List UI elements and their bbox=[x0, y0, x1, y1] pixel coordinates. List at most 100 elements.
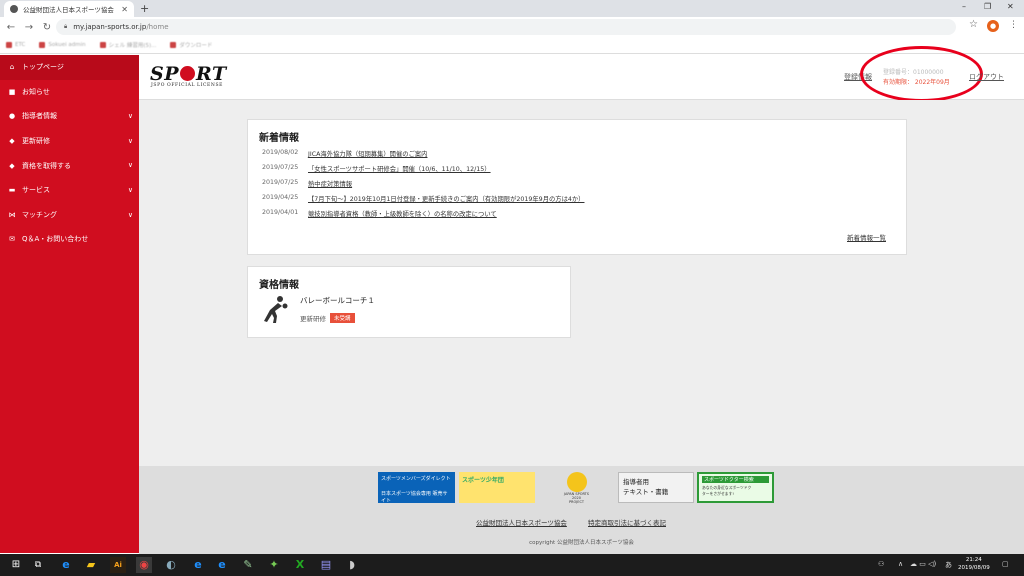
news-date: 2019/08/02 bbox=[262, 149, 299, 156]
ime-indicator[interactable]: あ bbox=[945, 560, 952, 570]
banner-text: スポーツ少年団 bbox=[462, 477, 504, 484]
ball-icon bbox=[566, 472, 587, 492]
tray-icons[interactable]: ☁ ▭ ◁) bbox=[910, 560, 936, 568]
app-icon[interactable]: ✎ bbox=[240, 557, 256, 573]
taskbar-clock[interactable]: 21:24 2019/08/09 bbox=[958, 556, 990, 572]
sidebar-item-label: トップページ bbox=[22, 63, 64, 72]
minimize-button[interactable]: – bbox=[962, 2, 966, 11]
close-window-button[interactable]: ✕ bbox=[1007, 2, 1014, 11]
sidebar-item-label: 資格を取得する bbox=[22, 161, 71, 170]
file-explorer-icon[interactable]: ▰ bbox=[83, 557, 99, 573]
chevron-down-icon: ∨ bbox=[127, 185, 133, 194]
news-item: 2019/07/25 熱中症対策情報 bbox=[262, 179, 352, 189]
sidebar-item-coach-info[interactable]: ● 指導者情報 ∨ bbox=[0, 104, 139, 129]
sidebar-item-renewal-training[interactable]: ◆ 更新研修 ∨ bbox=[0, 129, 139, 154]
illustrator-icon[interactable]: Ai bbox=[110, 557, 126, 573]
tab-title: 公益財団法人日本スポーツ協会 bbox=[23, 6, 114, 14]
browser-tab[interactable]: 公益財団法人日本スポーツ協会 ✕ bbox=[4, 1, 134, 17]
app-icon[interactable]: ▤ bbox=[318, 557, 334, 573]
ie-icon[interactable]: e bbox=[214, 557, 230, 573]
sidebar-item-news[interactable]: ■ お知らせ bbox=[0, 80, 139, 105]
app-icon[interactable]: ◗ bbox=[344, 557, 360, 573]
news-date: 2019/04/01 bbox=[262, 209, 299, 216]
sidebar-item-get-qualification[interactable]: ◆ 資格を取得する ∨ bbox=[0, 153, 139, 178]
sidebar-item-matching[interactable]: ⋈ マッチング ∨ bbox=[0, 203, 139, 228]
logout-link[interactable]: ログアウト bbox=[969, 72, 1004, 82]
people-icon[interactable]: ⚇ bbox=[878, 560, 884, 568]
sidebar-item-label: Q＆A・お問い合わせ bbox=[22, 235, 89, 244]
mail-icon: ✉ bbox=[9, 235, 15, 244]
news-panel-title: 新着情報 bbox=[259, 133, 299, 144]
notification-icon[interactable]: ▢ bbox=[1002, 560, 1009, 568]
browser-toolbar: ← → ↻ 🔒︎ my.japan-sports.or.jp/home ☆ ● … bbox=[0, 17, 1024, 37]
banner-text: スポーツメンバーズダイレクト bbox=[381, 476, 451, 482]
chevron-down-icon: ∨ bbox=[127, 210, 133, 219]
bookmark-icon bbox=[170, 42, 177, 48]
bookmark-item[interactable]: ETC bbox=[6, 42, 25, 48]
news-link[interactable]: 熱中症対策情報 bbox=[308, 179, 352, 189]
news-date: 2019/07/25 bbox=[262, 164, 299, 171]
bookmark-icon bbox=[39, 42, 46, 48]
mail-client-icon[interactable]: ◐ bbox=[163, 557, 179, 573]
excel-icon[interactable]: X bbox=[292, 557, 308, 573]
news-panel: 新着情報 2019/08/02 JICA海外協力隊（短期募集）開催のご案内 20… bbox=[247, 119, 907, 255]
maximize-button[interactable]: ❐ bbox=[984, 2, 991, 11]
bookmark-item[interactable]: ダウンロード bbox=[170, 41, 212, 49]
news-list-link[interactable]: 新着情報一覧 bbox=[847, 232, 886, 242]
banner-coach-textbooks[interactable]: 指導者用 テキスト・書籍 bbox=[618, 472, 694, 503]
site-header: SP RT JSPO OFFICIAL LICENSE 登録情報 登録番号：010… bbox=[139, 46, 1024, 102]
tray-chevron-icon[interactable]: ∧ bbox=[898, 560, 903, 568]
banner-text: スポーツドクター検索 bbox=[702, 476, 769, 483]
banner-text: 日本スポーツ協会専用 販売サイト bbox=[381, 491, 448, 504]
profile-avatar-icon[interactable]: ● bbox=[987, 20, 999, 32]
sport-logo[interactable]: SP RT bbox=[150, 63, 227, 85]
sidebar-item-label: 更新研修 bbox=[22, 137, 50, 146]
browser-menu-icon[interactable]: ⋮ bbox=[1009, 20, 1018, 30]
back-arrow-icon[interactable]: ← bbox=[4, 22, 18, 33]
chevron-down-icon: ∨ bbox=[127, 136, 133, 145]
banner-sports-doctor-search[interactable]: スポーツドクター検索 あなたの身近なスポーツドクターをさがせます! bbox=[697, 472, 774, 503]
qualification-panel: 資格情報 バレーボールコーチ１ 更新研修 未受講 bbox=[247, 266, 571, 338]
site-footer: スポーツメンバーズダイレクト 日本スポーツ協会専用 販売サイト スポーツ少年団 … bbox=[139, 466, 1024, 554]
banner-youth-sports[interactable]: スポーツ少年団 bbox=[459, 472, 535, 503]
news-link[interactable]: 【7月下旬〜】2019年10月1日付登録・更新手続きのご案内（有効期限が2019… bbox=[308, 194, 584, 204]
qualification-status: 更新研修 未受講 bbox=[300, 313, 355, 323]
commercial-law-link[interactable]: 特定商取引法に基づく表記 bbox=[588, 517, 666, 527]
news-link[interactable]: 「女性スポーツサポート研修会」開催（10/6、11/10、12/15） bbox=[308, 164, 491, 174]
news-link[interactable]: 競技別指導者資格（教師・上級教師を除く）の名称の改定について bbox=[308, 209, 497, 219]
banner-text: あなたの身近なスポーツドクターをさがせます! bbox=[702, 485, 752, 496]
tab-close-icon[interactable]: ✕ bbox=[121, 5, 128, 14]
edge-icon[interactable]: e bbox=[58, 557, 74, 573]
address-bar[interactable]: 🔒︎ my.japan-sports.or.jp/home bbox=[56, 19, 956, 35]
association-link[interactable]: 公益財団法人日本スポーツ協会 bbox=[476, 517, 567, 527]
sidebar-item-top[interactable]: ⌂ トップページ bbox=[0, 55, 139, 80]
sidebar-item-label: 指導者情報 bbox=[22, 112, 57, 121]
logo-subtitle: JSPO OFFICIAL LICENSE bbox=[151, 83, 224, 88]
bookmark-item[interactable]: シェル 練習用(5)... bbox=[99, 41, 156, 49]
bookmark-item[interactable]: Sokuei admin bbox=[39, 42, 86, 48]
forward-arrow-icon[interactable]: → bbox=[22, 22, 36, 33]
windows-start-icon[interactable]: ⊞ bbox=[8, 557, 24, 573]
user-icon: ● bbox=[8, 112, 16, 121]
banner-members-direct[interactable]: スポーツメンバーズダイレクト 日本スポーツ協会専用 販売サイト bbox=[378, 472, 455, 504]
chrome-icon[interactable]: ◉ bbox=[136, 557, 152, 573]
main-content: 新着情報 2019/08/02 JICA海外協力隊（短期募集）開催のご案内 20… bbox=[139, 100, 1024, 466]
windows-taskbar: ⊞ ⧉ e ▰ Ai ◉ ◐ e e ✎ ✦ X ▤ ◗ ⚇ ∧ ☁ ▭ ◁) … bbox=[0, 554, 1024, 576]
reload-icon[interactable]: ↻ bbox=[40, 22, 54, 33]
sidebar-item-services[interactable]: ▬ サービス ∨ bbox=[0, 178, 139, 203]
bookmark-star-icon[interactable]: ☆ bbox=[969, 19, 978, 30]
news-link[interactable]: JICA海外協力隊（短期募集）開催のご案内 bbox=[308, 149, 427, 159]
chevron-down-icon: ∨ bbox=[127, 112, 133, 121]
app-icon[interactable]: ✦ bbox=[266, 557, 282, 573]
banner-text: JAPAN SPORTS 2020 bbox=[563, 492, 589, 500]
ie-icon[interactable]: e bbox=[190, 557, 206, 573]
banner-japan-sports-2020[interactable]: JAPAN SPORTS 2020 PROJECT bbox=[560, 472, 593, 504]
clock-time: 21:24 bbox=[965, 557, 982, 563]
copyright-text: copyright 公益財団法人日本スポーツ協会 bbox=[529, 540, 634, 546]
bookmarks-bar: ETC Sokuei admin シェル 練習用(5)... ダウンロード bbox=[0, 37, 1024, 54]
new-tab-button[interactable]: + bbox=[140, 2, 149, 15]
tag-icon: ◆ bbox=[9, 161, 15, 170]
task-view-icon[interactable]: ⧉ bbox=[30, 557, 46, 573]
site-favicon-icon bbox=[10, 5, 18, 13]
sidebar-item-qa-contact[interactable]: ✉ Q＆A・お問い合わせ bbox=[0, 227, 139, 252]
